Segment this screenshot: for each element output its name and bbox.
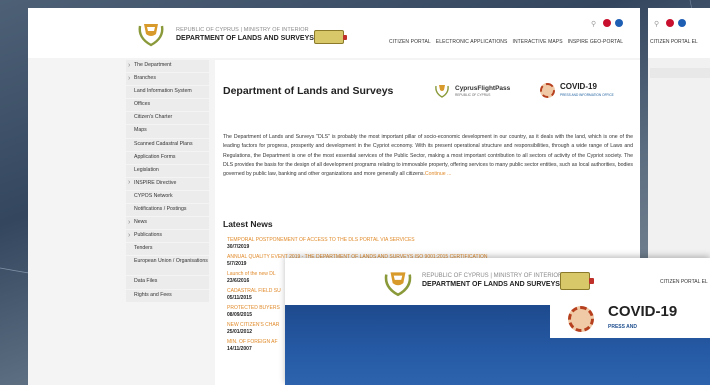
english-flag-icon[interactable] bbox=[666, 19, 674, 27]
overlay-org-line-ministry: REPUBLIC OF CYPRUS | MINISTRY OF INTERIO… bbox=[422, 273, 563, 279]
right-page-header: ⚲ CITIZEN PORTAL EL bbox=[648, 8, 710, 58]
cadastre-badge-icon bbox=[314, 30, 347, 44]
sidebar-item[interactable]: Rights and Fees bbox=[126, 289, 209, 302]
sidebar-item[interactable]: Tenders bbox=[126, 243, 209, 256]
greek-flag-icon[interactable] bbox=[678, 19, 686, 27]
overlay-covid-title: COVID-19 bbox=[608, 303, 678, 320]
covid-virus-icon[interactable] bbox=[540, 83, 555, 98]
sidebar-item[interactable]: Scanned Cadastral Plans bbox=[126, 138, 209, 151]
sidebar-item[interactable]: Publications bbox=[126, 230, 209, 243]
covid-banner-sub: PRESS AND INFORMATION OFFICE bbox=[560, 93, 614, 97]
overlay-window[interactable]: REPUBLIC OF CYPRUS | MINISTRY OF INTERIO… bbox=[285, 258, 710, 385]
overlay-covid-sub: PRESS AND bbox=[608, 324, 637, 330]
sidebar-item[interactable]: Data Files bbox=[126, 276, 209, 289]
latest-news-heading: Latest News bbox=[223, 219, 273, 229]
flightpass-name[interactable]: CyprusFlightPass bbox=[455, 85, 510, 92]
sidebar-item[interactable]: Application Forms bbox=[126, 151, 209, 164]
sidebar-item[interactable]: Notifications / Postings bbox=[126, 204, 209, 217]
site-header: REPUBLIC OF CYPRUS | MINISTRY OF INTERIO… bbox=[28, 8, 640, 58]
right-page-nav-partial[interactable]: CITIZEN PORTAL EL bbox=[650, 39, 698, 45]
nav-inspire-geo-portal[interactable]: INSPIRE GEO-PORTAL bbox=[568, 39, 624, 45]
org-line-department[interactable]: DEPARTMENT OF LANDS AND SURVEYS bbox=[176, 35, 314, 42]
search-icon[interactable]: ⚲ bbox=[654, 20, 659, 28]
nav-citizen-portal[interactable]: CITIZEN PORTAL bbox=[389, 39, 431, 45]
overlay-org-line-department[interactable]: DEPARTMENT OF LANDS AND SURVEYS bbox=[422, 281, 560, 288]
sidebar-item[interactable]: CYPOS Network bbox=[126, 190, 209, 204]
continue-link[interactable]: Continue ... bbox=[425, 171, 452, 177]
intro-paragraph: The Department of Lands and Surveys "DLS… bbox=[223, 133, 633, 179]
news-item: TEMPORAL POSTPONEMENT OF ACCESS TO THE D… bbox=[227, 237, 607, 250]
sidebar-item[interactable]: Land Information System bbox=[126, 86, 209, 99]
sidebar-menu: The DepartmentBranchesLand Information S… bbox=[126, 60, 209, 303]
sidebar-item[interactable]: Maps bbox=[126, 125, 209, 138]
overlay-covid-card[interactable]: COVID-19 PRESS AND bbox=[550, 298, 710, 338]
cadastre-badge-icon bbox=[560, 272, 594, 290]
greek-flag-icon[interactable] bbox=[615, 19, 623, 27]
flightpass-logo-icon[interactable] bbox=[434, 82, 450, 98]
sidebar-item[interactable]: Citizen's Charter bbox=[126, 112, 209, 125]
sidebar-item[interactable]: Legislation bbox=[126, 164, 209, 177]
sidebar-item[interactable]: European Union / Organisations bbox=[126, 256, 209, 276]
sidebar-item[interactable]: INSPIRE Directive bbox=[126, 177, 209, 190]
overlay-nav-partial[interactable]: CITIZEN PORTAL EL bbox=[660, 279, 708, 285]
nav-interactive-maps[interactable]: INTERACTIVE MAPS bbox=[512, 39, 562, 45]
cyprus-emblem-icon[interactable] bbox=[381, 266, 415, 298]
covid-banner-title[interactable]: COVID-19 bbox=[560, 82, 597, 91]
nav-electronic-applications[interactable]: ELECTRONIC APPLICATIONS bbox=[436, 39, 508, 45]
top-navigation: CITIZEN PORTAL ELECTRONIC APPLICATIONS I… bbox=[389, 39, 623, 45]
sidebar-item[interactable]: The Department bbox=[126, 60, 209, 73]
sidebar-item[interactable]: News bbox=[126, 217, 209, 230]
flightpass-sub: REPUBLIC OF CYPRUS bbox=[455, 93, 491, 97]
sidebar-item[interactable]: Branches bbox=[126, 73, 209, 86]
covid-virus-icon bbox=[568, 306, 594, 332]
search-icon[interactable]: ⚲ bbox=[591, 20, 596, 28]
org-line-ministry: REPUBLIC OF CYPRUS | MINISTRY OF INTERIO… bbox=[176, 27, 309, 33]
page-title: Department of Lands and Surveys bbox=[223, 85, 394, 97]
news-date: 30/7/2019 bbox=[227, 243, 250, 250]
right-page-strip bbox=[650, 68, 710, 78]
sidebar-item[interactable]: Offices bbox=[126, 99, 209, 112]
english-flag-icon[interactable] bbox=[603, 19, 611, 27]
cyprus-emblem-icon[interactable] bbox=[136, 18, 166, 48]
